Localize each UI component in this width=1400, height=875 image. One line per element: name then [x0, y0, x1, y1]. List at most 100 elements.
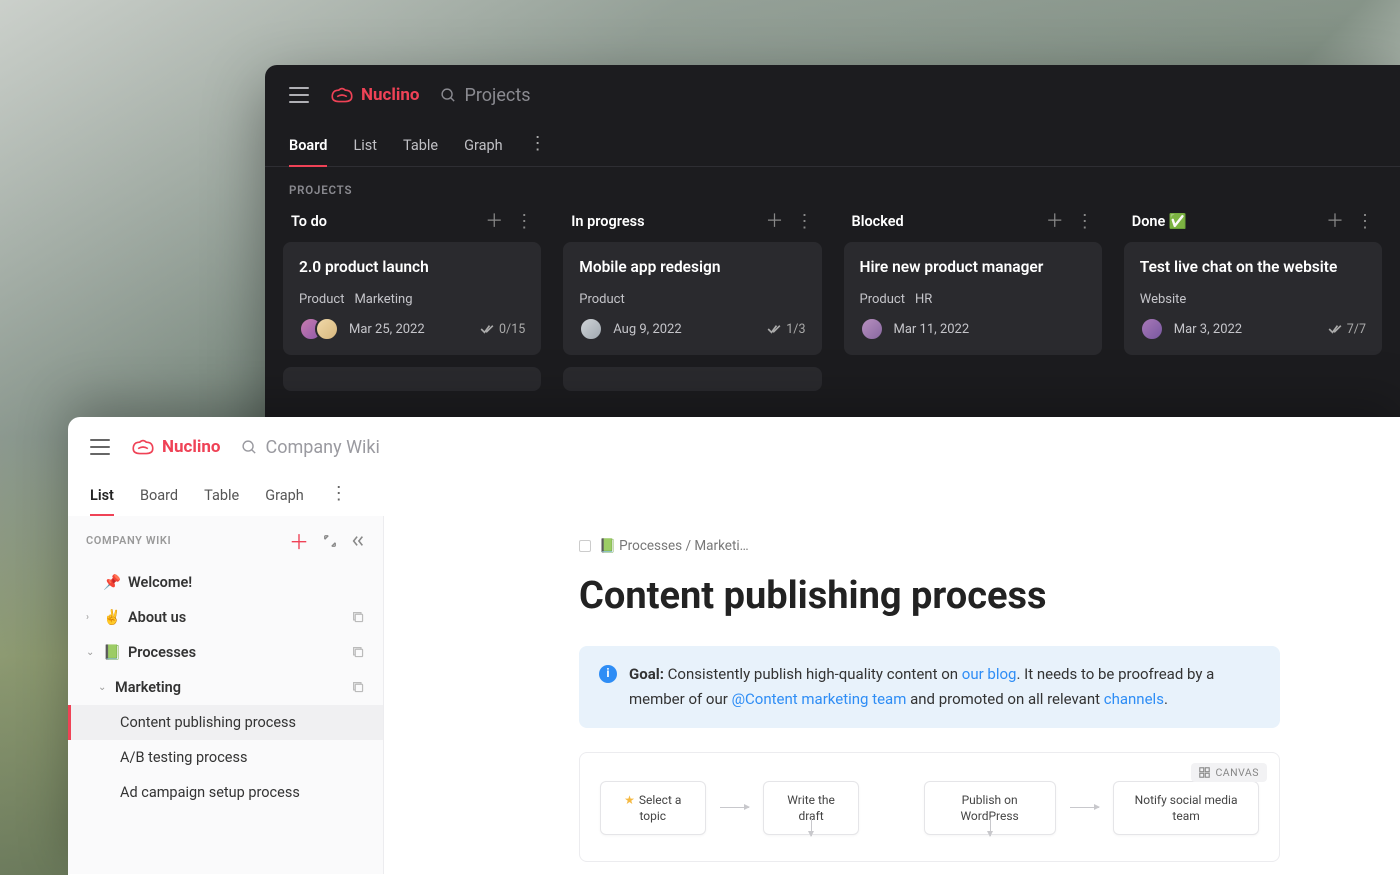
search-placeholder: Projects: [465, 85, 531, 106]
check-icon: [1328, 324, 1342, 334]
wiki-window: Nuclino Company Wiki List Board Table Gr…: [68, 417, 1400, 875]
hamburger-icon[interactable]: [90, 439, 110, 455]
info-callout: i Goal: Consistently publish high-qualit…: [579, 646, 1280, 728]
tree-item-ad-campaign[interactable]: Ad campaign setup process: [68, 775, 383, 810]
chevron-down-icon[interactable]: ⌄: [86, 647, 96, 658]
column-menu-icon[interactable]: ⋮: [1076, 215, 1094, 229]
expand-icon[interactable]: [323, 534, 337, 548]
search-icon: [241, 439, 258, 456]
chevron-down-icon[interactable]: ⌄: [98, 682, 108, 693]
tab-more-icon[interactable]: ⋮: [529, 125, 547, 166]
copy-icon[interactable]: [352, 611, 365, 624]
assignee-avatars: [1140, 317, 1164, 341]
link-channels[interactable]: channels: [1104, 690, 1164, 708]
card-title: Hire new product manager: [860, 258, 1086, 276]
tab-list[interactable]: List: [353, 125, 377, 166]
assignee-avatars: [299, 317, 339, 341]
tab-graph[interactable]: Graph: [265, 477, 304, 516]
add-card-icon[interactable]: ＋: [485, 215, 503, 229]
sidebar: COMPANY WIKI ＋ 📌 Welcome! ›✌️ About us: [68, 516, 384, 874]
tab-more-icon[interactable]: ⋮: [330, 477, 348, 516]
pin-icon: 📌: [103, 574, 121, 591]
tree-item-content-publishing[interactable]: Content publishing process: [68, 705, 383, 740]
page-title[interactable]: Content publishing process: [384, 566, 1400, 646]
search-field[interactable]: Projects: [440, 85, 531, 106]
breadcrumb[interactable]: 📗 Processes / Marketi…: [384, 538, 1400, 566]
kanban-card[interactable]: Hire new product manager Product HR Mar …: [844, 242, 1102, 355]
card-progress: 7/7: [1328, 322, 1366, 337]
assignee-avatars: [579, 317, 603, 341]
flow-node[interactable]: Publish on WordPress: [924, 781, 1056, 835]
kanban-board: To do ＋ ⋮ 2.0 product launch Product Mark…: [265, 207, 1400, 391]
kanban-card[interactable]: Test live chat on the website Website Ma…: [1124, 242, 1382, 355]
column-in-progress: In progress ＋ ⋮ Mobile app redesign Produ…: [563, 207, 821, 391]
card-tag: Product: [299, 292, 344, 307]
add-card-icon[interactable]: ＋: [766, 215, 784, 229]
document-content: 📗 Processes / Marketi… Content publishin…: [384, 516, 1400, 874]
dark-header: Nuclino Projects: [265, 65, 1400, 125]
light-header: Nuclino Company Wiki: [68, 417, 1400, 477]
card-progress: 0/15: [480, 322, 525, 337]
card-title: Test live chat on the website: [1140, 258, 1366, 276]
brand-text: Nuclino: [361, 85, 420, 105]
card-date: Mar 3, 2022: [1174, 322, 1242, 337]
flow-node[interactable]: Write the draft: [763, 781, 859, 835]
tab-table[interactable]: Table: [204, 477, 239, 516]
tab-board[interactable]: Board: [140, 477, 178, 516]
tree-item-about[interactable]: ›✌️ About us: [68, 600, 383, 635]
tree-item-processes[interactable]: ⌄📗 Processes: [68, 635, 383, 670]
view-tabs: List Board Table Graph ⋮: [68, 477, 1400, 516]
collapse-sidebar-icon[interactable]: [351, 534, 365, 548]
column-blocked: Blocked ＋ ⋮ Hire new product manager Prod…: [844, 207, 1102, 391]
column-menu-icon[interactable]: ⋮: [1356, 215, 1374, 229]
tree-item-welcome[interactable]: 📌 Welcome!: [68, 565, 383, 600]
kanban-card[interactable]: Mobile app redesign Product Aug 9, 2022 …: [563, 242, 821, 355]
tab-list[interactable]: List: [90, 477, 114, 516]
nuclino-logo[interactable]: Nuclino: [130, 437, 221, 457]
tree-item-marketing[interactable]: ⌄ Marketing: [68, 670, 383, 705]
arrow-right-icon: [720, 807, 750, 808]
flow-node[interactable]: ★Select a topic: [600, 781, 706, 835]
chevron-right-icon[interactable]: ›: [86, 612, 96, 623]
column-title: To do: [291, 213, 327, 230]
mention-content-team[interactable]: @Content marketing team: [732, 690, 907, 708]
nuclino-logo[interactable]: Nuclino: [329, 85, 420, 105]
arrow-right-icon: [1070, 807, 1100, 808]
card-date: Mar 25, 2022: [349, 322, 425, 337]
add-page-icon[interactable]: ＋: [289, 526, 309, 555]
card-tag: HR: [915, 292, 932, 307]
link-our-blog[interactable]: our blog: [962, 665, 1017, 683]
hamburger-icon[interactable]: [289, 87, 309, 103]
column-menu-icon[interactable]: ⋮: [796, 215, 814, 229]
kanban-card-stub[interactable]: [563, 367, 821, 391]
add-card-icon[interactable]: ＋: [1046, 215, 1064, 229]
view-tabs: Board List Table Graph ⋮: [265, 125, 1400, 167]
kanban-card[interactable]: 2.0 product launch Product Marketing Mar…: [283, 242, 541, 355]
page-tree: 📌 Welcome! ›✌️ About us ⌄📗 Processes ⌄ M…: [68, 565, 383, 810]
column-menu-icon[interactable]: ⋮: [515, 215, 533, 229]
search-field[interactable]: Company Wiki: [241, 437, 380, 458]
callout-body[interactable]: Goal: Consistently publish high-quality …: [629, 662, 1260, 712]
tree-item-ab-testing[interactable]: A/B testing process: [68, 740, 383, 775]
column-title: Blocked: [852, 213, 904, 230]
section-label: PROJECTS: [265, 167, 1400, 207]
tab-board[interactable]: Board: [289, 125, 327, 166]
kanban-card-stub[interactable]: [283, 367, 541, 391]
canvas-embed[interactable]: CANVAS ★Select a topic Write the draft P…: [579, 752, 1280, 862]
card-date: Aug 9, 2022: [613, 322, 681, 337]
column-title: Done ✅: [1132, 213, 1187, 230]
flow-node[interactable]: Notify social media team: [1113, 781, 1259, 835]
search-icon: [440, 87, 457, 104]
check-icon: [480, 324, 494, 334]
arrow-down-icon: [990, 818, 991, 836]
add-card-icon[interactable]: ＋: [1326, 215, 1344, 229]
tab-table[interactable]: Table: [403, 125, 438, 166]
checkbox-icon[interactable]: [579, 540, 591, 552]
check-icon: [767, 324, 781, 334]
copy-icon[interactable]: [352, 681, 365, 694]
tab-graph[interactable]: Graph: [464, 125, 503, 166]
assignee-avatars: [860, 317, 884, 341]
copy-icon[interactable]: [352, 646, 365, 659]
column-title: In progress: [571, 213, 644, 230]
canvas-icon: [1199, 767, 1210, 778]
